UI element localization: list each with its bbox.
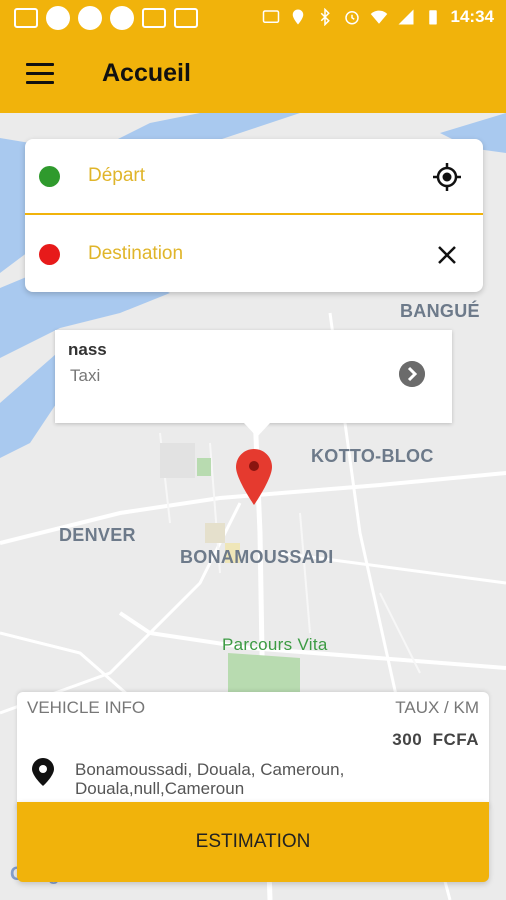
notification-icons — [14, 6, 198, 30]
battery-icon — [428, 10, 437, 25]
vehicle-info-title: VEHICLE INFO — [27, 698, 146, 717]
driver-name: nass — [68, 340, 107, 359]
system-icons: 14:34 — [262, 7, 494, 27]
chevron-right-icon[interactable] — [399, 361, 425, 387]
page-title: Accueil — [102, 59, 191, 87]
map-label-bangue: BANGUÉ — [400, 301, 480, 321]
rate-label: TAUX / KM — [395, 698, 479, 717]
destination-placeholder: Destination — [88, 243, 184, 264]
address-line-2: Douala,null,Cameroun — [75, 779, 245, 798]
driver-info-window[interactable]: nass Taxi — [55, 330, 452, 437]
signal-icon — [398, 9, 414, 25]
status-bar: 14:34 — [0, 0, 506, 37]
map-label-bonamoussadi: BONAMOUSSADI — [180, 547, 334, 567]
notification-icon — [14, 8, 38, 28]
map-marker-icon[interactable] — [236, 449, 272, 505]
estimation-button[interactable]: ESTIMATION — [17, 802, 489, 882]
gmail-icon — [174, 8, 198, 28]
bluetooth-icon — [320, 8, 330, 26]
gps-target-icon[interactable] — [431, 161, 463, 193]
clock: 14:34 — [450, 7, 494, 26]
rate-value: 300 FCFA — [392, 730, 479, 749]
wifi-icon — [370, 10, 387, 24]
close-icon[interactable] — [431, 239, 463, 271]
destination-field[interactable]: Destination — [25, 217, 483, 293]
app-bar: Accueil — [0, 37, 506, 113]
vehicle-type: Taxi — [70, 366, 101, 385]
location-icon — [292, 9, 303, 25]
address-line-1: Bonamoussadi, Douala, Cameroun, — [75, 760, 345, 779]
map-label-parcours-vita: Parcours Vita — [222, 635, 328, 654]
pickup-address: Bonamoussadi, Douala, Cameroun, Douala,n… — [75, 760, 344, 798]
departure-field[interactable]: Départ — [25, 139, 483, 215]
sms-icon — [142, 8, 166, 28]
circle-icon — [110, 6, 134, 30]
map-label-kotto-bloc: KOTTO-BLOC — [311, 446, 434, 466]
departure-placeholder: Départ — [88, 165, 146, 186]
route-search-card: Départ Destination — [25, 139, 483, 292]
destination-dot-icon — [39, 244, 60, 265]
circle-icon — [78, 6, 102, 30]
cast-icon — [262, 10, 279, 23]
location-pin-icon — [32, 758, 54, 786]
map-label-denver: DENVER — [59, 525, 136, 545]
vehicle-info-card: VEHICLE INFO TAUX / KM 300 FCFA Bonamous… — [17, 692, 489, 810]
circle-icon — [46, 6, 70, 30]
alarm-icon — [344, 11, 359, 25]
departure-dot-icon — [39, 166, 60, 187]
hamburger-menu-icon[interactable] — [26, 63, 54, 85]
